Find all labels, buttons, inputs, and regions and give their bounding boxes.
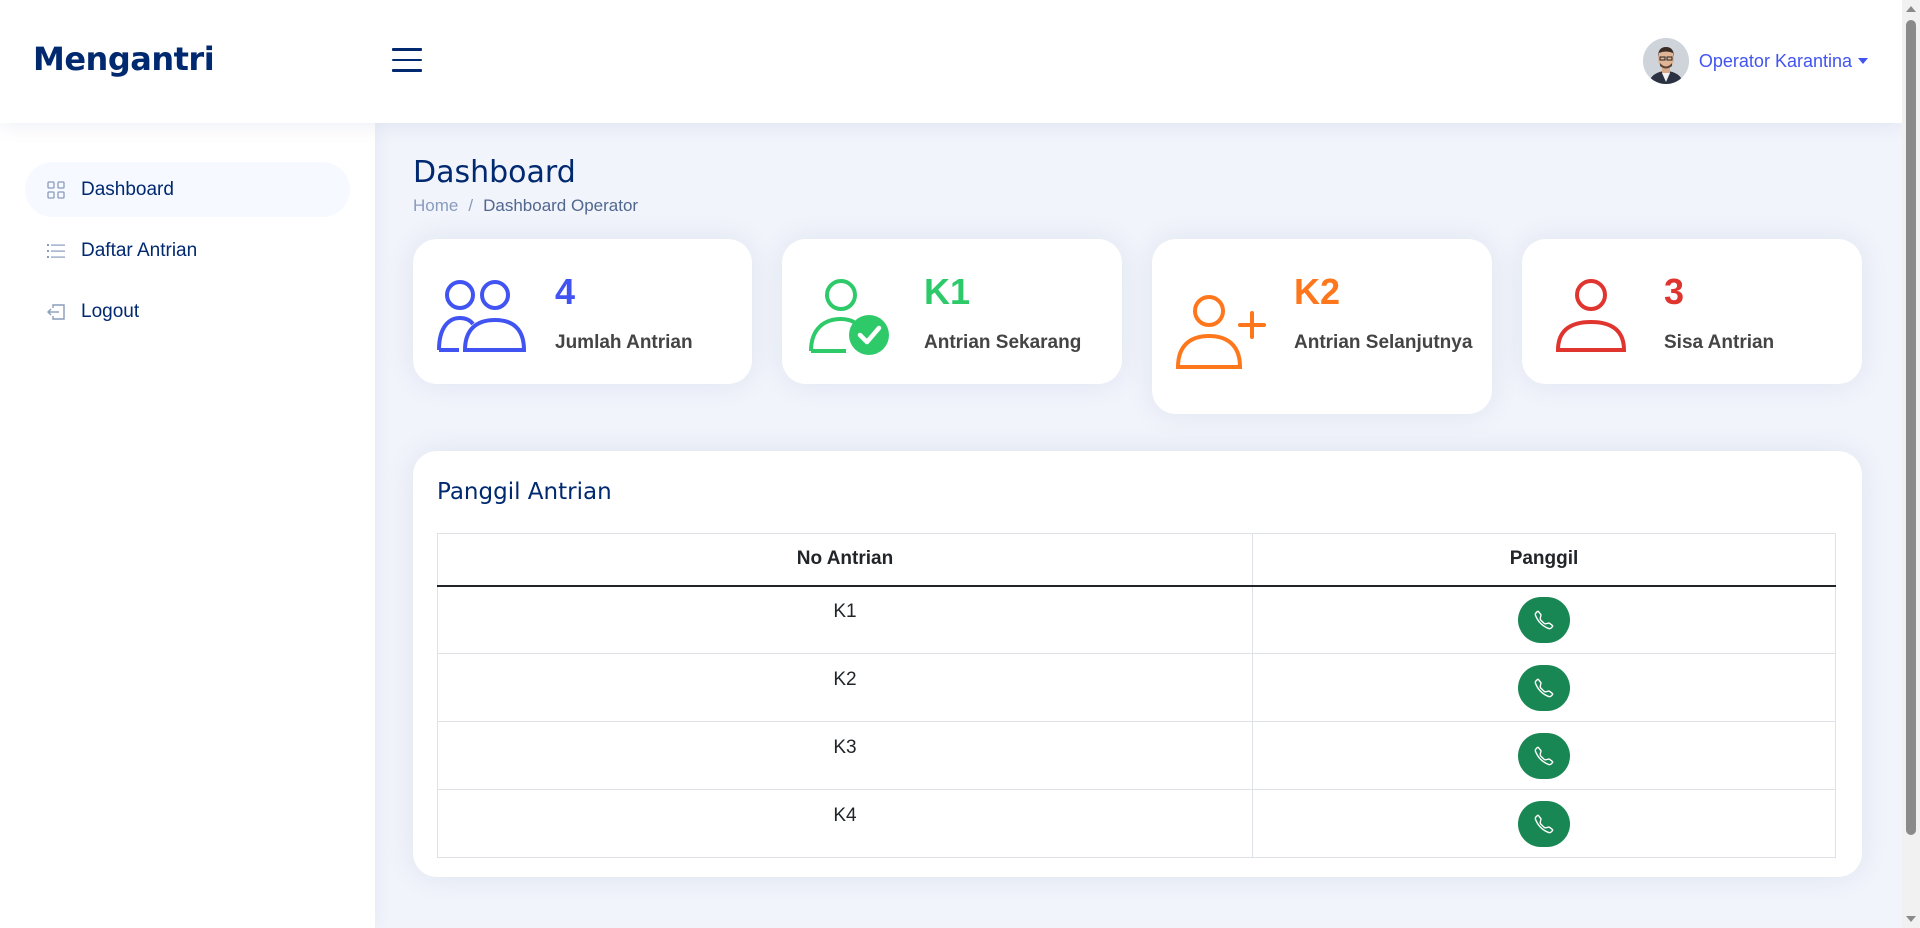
sidebar-item-logout[interactable]: Logout xyxy=(25,284,350,339)
table-row: K3 xyxy=(437,721,1836,790)
person-plus-icon xyxy=(1176,295,1266,369)
people-icon xyxy=(437,280,527,352)
box-arrow-in-left-icon xyxy=(45,301,67,323)
header: Mengantri Operator Karantina xyxy=(0,0,1902,123)
queue-number: K4 xyxy=(437,789,1253,858)
stat-card-jumlah-antrian: 4 Jumlah Antrian xyxy=(413,239,752,384)
stat-label: Jumlah Antrian xyxy=(555,332,693,353)
stat-label: Antrian Sekarang xyxy=(924,332,1082,353)
telephone-icon xyxy=(1534,610,1554,630)
scrollbar[interactable] xyxy=(1902,0,1920,928)
panel-title: Panggil Antrian xyxy=(437,479,612,505)
table-row: K4 xyxy=(437,789,1836,858)
list-icon xyxy=(45,240,67,262)
call-cell xyxy=(1252,653,1836,722)
sidebar-item-label: Dashboard xyxy=(81,178,174,200)
table-row: K1 xyxy=(437,585,1836,654)
telephone-icon xyxy=(1534,678,1554,697)
breadcrumb-home[interactable]: Home xyxy=(413,196,458,216)
grid-icon xyxy=(45,179,67,201)
call-button[interactable] xyxy=(1518,732,1570,779)
telephone-icon xyxy=(1534,746,1554,765)
person-icon xyxy=(1555,279,1627,352)
queue-table: No Antrian Panggil K1 K2 K3 K4 xyxy=(437,533,1836,858)
stat-value: K1 xyxy=(924,271,971,312)
breadcrumb-current: Dashboard Operator xyxy=(483,196,639,215)
scroll-up-icon[interactable] xyxy=(1906,6,1916,12)
sidebar-item-daftar-antrian[interactable]: Daftar Antrian xyxy=(25,223,350,278)
profile-name: Operator Karantina xyxy=(1698,50,1852,71)
call-button[interactable] xyxy=(1518,664,1570,711)
stat-value: 3 xyxy=(1664,271,1685,312)
sidebar: Dashboard Daftar Antrian Logout xyxy=(0,123,375,928)
table-row: K2 xyxy=(437,653,1836,722)
queue-number: K2 xyxy=(437,653,1253,722)
stat-card-antrian-selanjutnya: K2 Antrian Selanjutnya xyxy=(1152,239,1492,414)
column-header-no-antrian: No Antrian xyxy=(437,533,1253,587)
call-button[interactable] xyxy=(1518,596,1570,643)
panggil-antrian-panel: Panggil Antrian No Antrian Panggil K1 K2 K… xyxy=(413,451,1862,877)
queue-number: K1 xyxy=(437,585,1253,654)
profile-dropdown[interactable]: Operator Karantina xyxy=(1642,38,1868,84)
stat-value: K2 xyxy=(1294,271,1341,312)
app-logo[interactable]: Mengantri xyxy=(33,40,215,78)
caret-down-icon xyxy=(1858,58,1868,64)
menu-toggle-icon[interactable] xyxy=(392,48,422,74)
breadcrumb: Home / Dashboard Operator xyxy=(413,196,638,216)
sidebar-item-label: Logout xyxy=(81,300,140,322)
stat-label: Antrian Selanjutnya xyxy=(1294,332,1473,353)
main-content: Dashboard Home / Dashboard Operator 4 Ju… xyxy=(375,123,1902,928)
stat-card-sisa-antrian: 3 Sisa Antrian xyxy=(1522,239,1862,384)
breadcrumb-separator: / xyxy=(468,196,474,215)
page-title: Dashboard xyxy=(413,155,576,190)
avatar xyxy=(1642,38,1689,84)
call-button[interactable] xyxy=(1518,800,1570,847)
column-header-panggil: Panggil xyxy=(1252,533,1836,587)
call-cell xyxy=(1252,789,1836,858)
queue-number: K3 xyxy=(437,721,1253,790)
stat-card-antrian-sekarang: K1 Antrian Sekarang xyxy=(782,239,1122,384)
person-check-icon xyxy=(809,279,889,355)
scroll-down-icon[interactable] xyxy=(1906,916,1916,922)
scrollbar-thumb[interactable] xyxy=(1906,20,1916,835)
stat-value: 4 xyxy=(555,271,576,312)
stat-label: Sisa Antrian xyxy=(1664,332,1775,353)
call-cell xyxy=(1252,721,1836,790)
telephone-icon xyxy=(1534,814,1554,833)
sidebar-item-dashboard[interactable]: Dashboard xyxy=(25,162,350,217)
call-cell xyxy=(1252,585,1836,654)
sidebar-item-label: Daftar Antrian xyxy=(81,239,198,261)
